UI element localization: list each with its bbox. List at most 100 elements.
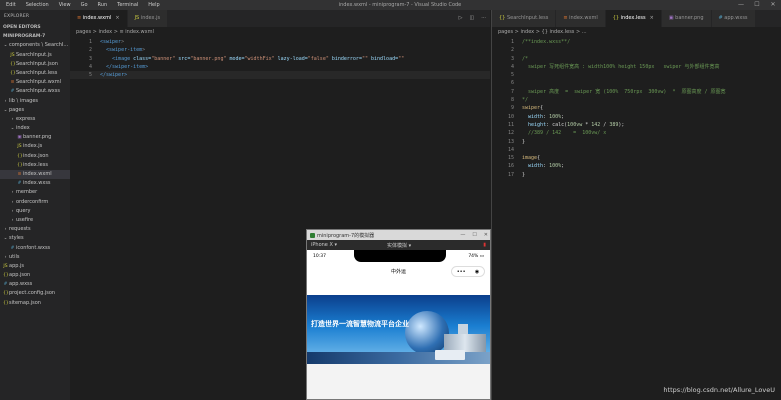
right-breadcrumb[interactable]: pages > index > {} index.less > ... bbox=[492, 27, 781, 38]
file-tree-item[interactable]: › orderconfirm bbox=[0, 198, 70, 207]
sim-close-button[interactable]: ✕ bbox=[484, 230, 488, 240]
file-tree-item[interactable]: ▣banner.png bbox=[0, 133, 70, 142]
code-line[interactable]: 15 image{ bbox=[492, 154, 781, 162]
code-token: </swiper> bbox=[100, 72, 128, 79]
code-line[interactable]: 16 width: 100%; bbox=[492, 162, 781, 170]
globe-graphic bbox=[405, 311, 449, 355]
right-tab[interactable]: {} SearchInput.less bbox=[492, 10, 557, 27]
file-tree-item[interactable]: {}index.less bbox=[0, 161, 70, 170]
right-tab[interactable]: # app.wxss bbox=[711, 10, 756, 27]
file-tree-item[interactable]: # index.wxss bbox=[0, 179, 70, 188]
file-tree-item[interactable]: ≡ index.wxml bbox=[0, 170, 70, 180]
maximize-button[interactable]: ☐ bbox=[749, 0, 765, 10]
file-tree-item[interactable]: › express bbox=[0, 115, 70, 124]
menu-item-edit[interactable]: Edit bbox=[0, 0, 21, 10]
left-code-area[interactable]: 1 <swiper> 2 <swiper-item> 3 <image class="… bbox=[70, 38, 490, 80]
menu-item-run[interactable]: Run bbox=[93, 0, 113, 10]
file-tree-item[interactable]: {}app.json bbox=[0, 271, 70, 280]
code-line[interactable]: 9 swiper{ bbox=[492, 104, 781, 112]
file-tree-item[interactable]: {}SearchInput.json bbox=[0, 60, 70, 69]
more-icon[interactable]: ••• bbox=[457, 269, 466, 275]
more-actions-icon[interactable]: ··· bbox=[481, 10, 486, 27]
close-tab-icon[interactable]: × bbox=[115, 15, 119, 21]
code-line[interactable]: 12 //389 / 142 = 100vw/ x bbox=[492, 129, 781, 137]
file-tree-item[interactable]: OPEN EDITORS bbox=[0, 23, 70, 32]
sim-minimize-button[interactable]: — bbox=[460, 230, 465, 240]
record-icon[interactable]: ▮ bbox=[483, 242, 486, 248]
right-tab[interactable]: ▣ banner.png bbox=[661, 10, 712, 27]
code-token: <swiper bbox=[100, 39, 122, 45]
right-tab[interactable]: ≡ index.wxml bbox=[556, 10, 606, 27]
run-icon[interactable]: ▷ bbox=[459, 10, 463, 27]
file-tree-item[interactable]: # SearchInput.wxss bbox=[0, 87, 70, 96]
left-tab[interactable]: JS index.js bbox=[127, 10, 169, 27]
code-line[interactable]: 11 height: calc(100vw * 142 / 389); bbox=[492, 121, 781, 129]
network-select[interactable]: 实体模拟 ▾ bbox=[387, 242, 411, 249]
code-line[interactable]: 10 width: 100%; bbox=[492, 113, 781, 121]
code-line[interactable]: 8 */ bbox=[492, 96, 781, 104]
code-line[interactable]: 1 /**index.wxss**/ bbox=[492, 38, 781, 46]
file-tree-item[interactable]: JSapp.js bbox=[0, 262, 70, 271]
menu-capsule[interactable]: ••• ◉ bbox=[451, 266, 485, 277]
code-line[interactable]: 3 <image class="banner" src="banner.png"… bbox=[70, 55, 490, 63]
code-line[interactable]: 1 <swiper> bbox=[70, 38, 490, 46]
minimize-button[interactable]: — bbox=[733, 0, 749, 10]
file-tree-item[interactable]: JSindex.js bbox=[0, 142, 70, 151]
menu-item-view[interactable]: View bbox=[54, 0, 76, 10]
file-tree-item[interactable]: ⌄ components \ SearchI... bbox=[0, 41, 70, 50]
menu-item-selection[interactable]: Selection bbox=[21, 0, 54, 10]
code-token: ; bbox=[561, 163, 565, 170]
line-number: 3 bbox=[510, 55, 514, 62]
file-tree-item[interactable]: # iconfont.wxss bbox=[0, 244, 70, 253]
code-line[interactable]: 7 swiper 高度 = swiper 宽 (100% 750rpx 300v… bbox=[492, 88, 781, 96]
file-tree-item[interactable]: ≡ SearchInput.wxml bbox=[0, 78, 70, 87]
close-tab-icon[interactable]: × bbox=[650, 15, 654, 21]
code-token: binderror= bbox=[328, 55, 362, 62]
code-token: height bbox=[522, 121, 547, 128]
sim-maximize-button[interactable]: ☐ bbox=[472, 230, 476, 240]
menu-item-terminal[interactable]: Terminal bbox=[112, 0, 143, 10]
right-code-area[interactable]: 1/**index.wxss**/2 3/* 4 swiper 写死组件宽高 : w… bbox=[492, 38, 781, 179]
code-line[interactable]: 5 </swiper> bbox=[70, 71, 490, 80]
code-line[interactable]: 6 bbox=[492, 79, 781, 87]
line-number: 7 bbox=[510, 88, 514, 95]
file-tree-item[interactable]: › query bbox=[0, 207, 70, 216]
file-tree-item[interactable]: › lib \ images bbox=[0, 97, 70, 106]
split-editor-icon[interactable]: ◫ bbox=[469, 10, 474, 27]
code-line[interactable]: 2 <swiper-item> bbox=[70, 46, 490, 54]
file-tree-label: SearchInput.wxml bbox=[16, 79, 62, 86]
file-tree-item[interactable]: › usefire bbox=[0, 216, 70, 225]
code-line[interactable]: 17} bbox=[492, 171, 781, 179]
close-miniprogram-icon[interactable]: ◉ bbox=[475, 269, 479, 275]
left-tab[interactable]: ≡ index.wxml × bbox=[70, 10, 128, 27]
close-button[interactable]: ✕ bbox=[765, 0, 781, 10]
file-tree-item[interactable]: ⌄ styles bbox=[0, 234, 70, 243]
file-tree-item[interactable]: MINIPROGRAM-7 bbox=[0, 32, 70, 41]
file-tree-item[interactable]: {}index.json bbox=[0, 152, 70, 161]
code-line[interactable]: 13} bbox=[492, 138, 781, 146]
menu-item-go[interactable]: Go bbox=[76, 0, 93, 10]
file-tree-item[interactable]: JSSearchInput.js bbox=[0, 51, 70, 60]
menu-item-help[interactable]: Help bbox=[143, 0, 164, 10]
left-breadcrumb[interactable]: pages > index > ≡ index.wxml bbox=[70, 27, 490, 38]
file-tree-item[interactable]: # app.wxss bbox=[0, 280, 70, 289]
file-tree-item[interactable]: {}project.config.json bbox=[0, 289, 70, 298]
file-tree-item[interactable]: {}SearchInput.less bbox=[0, 69, 70, 78]
code-line[interactable]: 4 </swiper-item> bbox=[70, 63, 490, 71]
file-tree-item[interactable]: ⌄ index bbox=[0, 124, 70, 133]
device-select[interactable]: iPhone X ▾ bbox=[311, 242, 337, 248]
right-tab[interactable]: {} index.less × bbox=[605, 10, 662, 27]
file-tree-item[interactable]: › member bbox=[0, 188, 70, 197]
file-tree-item[interactable]: ⌄ pages bbox=[0, 106, 70, 115]
file-tree-item[interactable]: › requests bbox=[0, 225, 70, 234]
code-line[interactable]: 4 swiper 写死组件宽高 : width100% height 150px… bbox=[492, 63, 781, 71]
code-line[interactable]: 5 bbox=[492, 71, 781, 79]
code-line[interactable]: 3 /* bbox=[492, 55, 781, 63]
file-tree-item[interactable]: {}sitemap.json bbox=[0, 299, 70, 308]
banner-swiper[interactable]: 打造世界一流智慧物流平台企业 bbox=[307, 295, 490, 364]
status-time: 10:37 bbox=[313, 253, 326, 259]
phone-notch bbox=[354, 250, 446, 262]
code-line[interactable]: 14 bbox=[492, 146, 781, 154]
code-line[interactable]: 2 bbox=[492, 46, 781, 54]
file-tree-item[interactable]: › utils bbox=[0, 253, 70, 262]
